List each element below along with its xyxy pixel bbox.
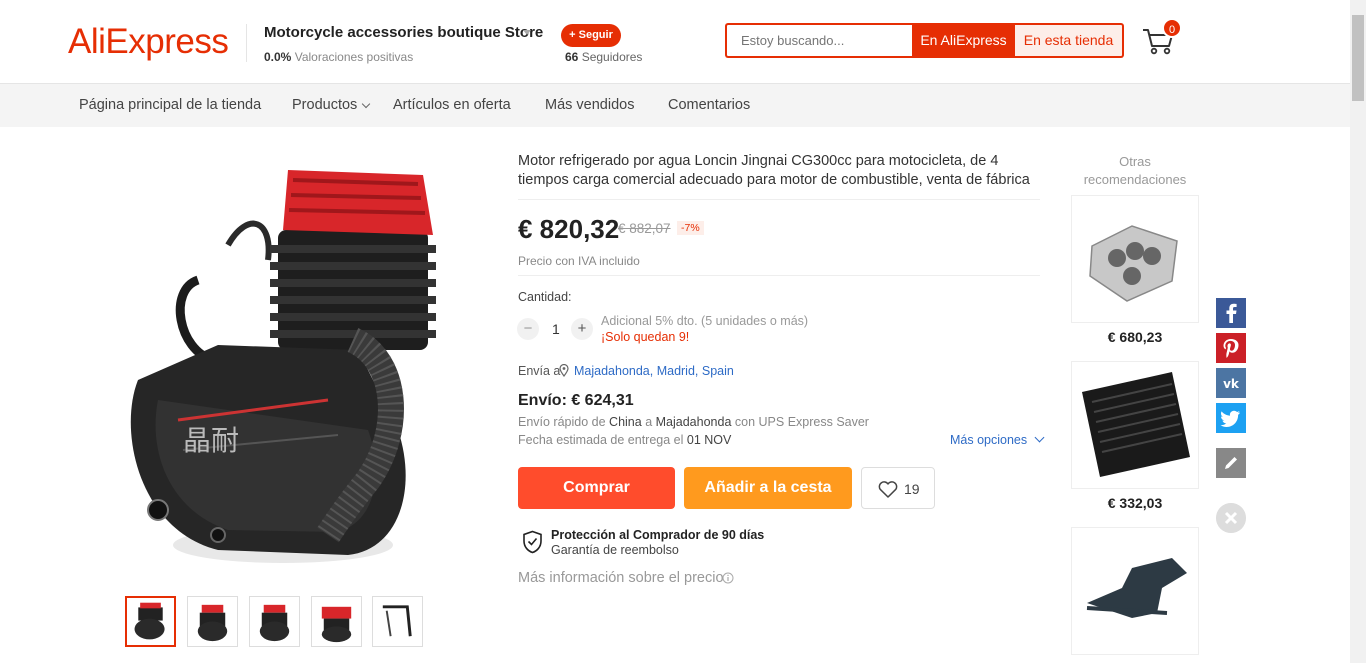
ship-to-label: Envía a [518, 364, 561, 378]
vk-icon[interactable]: vk [1216, 368, 1246, 398]
buyer-protection-subtitle: Garantía de reembolso [551, 543, 679, 557]
thumbnail-5[interactable] [372, 596, 423, 647]
search-aliexpress-button[interactable]: En AliExpress [912, 23, 1015, 58]
thumbnail-1[interactable] [125, 596, 176, 647]
recommendation-price-1: € 680,23 [1107, 329, 1163, 345]
ratings-label: Valoraciones positivas [294, 50, 414, 64]
thumbnail-image [321, 606, 352, 643]
aliexpress-logo[interactable]: AliExpress [68, 22, 229, 62]
nav-item-deals[interactable]: Artículos en oferta [393, 84, 511, 127]
ship-dest: Majadahonda [655, 415, 732, 429]
info-icon[interactable] [722, 572, 734, 584]
discount-badge: -7% [677, 221, 704, 235]
store-header: AliExpress Motorcycle accessories boutiq… [0, 0, 1350, 84]
recommendation-image [1082, 372, 1190, 477]
original-price: € 882,07 [618, 221, 671, 236]
svg-text:晶耐: 晶耐 [183, 424, 239, 457]
followers-label: Seguidores [581, 50, 643, 64]
store-name[interactable]: Motorcycle accessories boutique Store [264, 24, 543, 41]
header-divider [246, 24, 247, 62]
ratings-value: 0.0% [264, 50, 292, 64]
thumbnail-4[interactable] [311, 596, 362, 647]
facebook-icon[interactable] [1216, 298, 1246, 328]
additional-discount: Adicional 5% dto. (5 unidades o más) [601, 314, 809, 328]
scrollbar-thumb[interactable] [1352, 15, 1364, 101]
ship-from: China [609, 415, 642, 429]
close-icon[interactable] [1216, 503, 1246, 533]
recommendation-image [1086, 558, 1187, 618]
location-pin-icon [559, 364, 569, 377]
nav-item-home[interactable]: Página principal de la tienda [79, 84, 261, 127]
stock-left: ¡Solo quedan 9! [601, 330, 690, 344]
eta-label: Fecha estimada de entrega el [518, 433, 684, 447]
delivery-estimate: Fecha estimada de entrega el 01 NOV [518, 433, 731, 447]
eta-date: 01 NOV [686, 433, 732, 447]
ship-desc-3: con UPS Express Saver [734, 415, 869, 429]
recommendation-image [1089, 225, 1178, 302]
wishlist-button[interactable] [861, 467, 935, 509]
followers-number: 66 [565, 50, 579, 64]
store-ratings: 0.0% Valoraciones positivas [264, 50, 413, 64]
buyer-protection-title: Protección al Comprador de 90 días [551, 528, 765, 542]
vat-note: Precio con IVA incluido [518, 254, 640, 268]
cart-count-badge: 0 [1162, 18, 1182, 38]
pinterest-icon[interactable] [1216, 333, 1246, 363]
followers-count: 66 Seguidores [565, 50, 642, 64]
product-price: € 820,32 [518, 214, 620, 244]
wishlist-count: 19 [904, 481, 920, 497]
shield-check-icon [523, 530, 542, 554]
thumbnail-image [134, 602, 165, 640]
ship-desc-2: a [645, 415, 653, 429]
twitter-icon[interactable] [1216, 403, 1246, 433]
chevron-down-icon [362, 99, 371, 109]
recommendation-card-2[interactable] [1071, 361, 1199, 489]
product-main-image[interactable]: 晶耐 [98, 150, 450, 580]
more-options-link[interactable]: Más opciones [950, 432, 1045, 447]
thumbnail-image [259, 604, 290, 642]
nav-item-bestsellers[interactable]: Más vendidos [545, 84, 634, 127]
heart-icon[interactable] [878, 481, 898, 498]
more-price-info-link[interactable]: Más información sobre el precio [518, 570, 724, 586]
nav-item-reviews[interactable]: Comentarios [668, 84, 750, 127]
recommendation-card-1[interactable] [1071, 195, 1199, 323]
quantity-value[interactable]: 1 [552, 321, 560, 337]
product-title: Motor refrigerado por agua Loncin Jingna… [518, 153, 1030, 188]
follow-button[interactable]: + Seguir [561, 24, 621, 47]
buy-now-button[interactable]: Comprar [518, 467, 675, 509]
store-nav: Página principal de la tienda Productos … [0, 84, 1350, 127]
nav-item-products[interactable]: Productos [292, 84, 371, 127]
edit-icon[interactable] [1216, 448, 1246, 478]
recommendation-price-2: € 332,03 [1107, 495, 1163, 511]
more-options-label: Más opciones [950, 433, 1028, 447]
divider [518, 199, 1040, 200]
quantity-label: Cantidad: [518, 290, 572, 304]
search-input[interactable] [725, 23, 913, 58]
more-info-label: Más información sobre el precio [518, 570, 724, 586]
chevron-down-icon [1034, 432, 1045, 443]
shipping-cost: Envío: € 624,31 [518, 392, 634, 409]
ship-desc-1: Envío rápido de [518, 415, 606, 429]
thumbnail-image [197, 604, 228, 642]
store-dropdown-icon[interactable] [523, 30, 531, 35]
shipping-description: Envío rápido de China a Majadahonda con … [518, 415, 869, 429]
ship-to-location-link[interactable]: Majadahonda, Madrid, Spain [574, 364, 734, 378]
recommendations-title: Otras recomendaciones [1083, 154, 1187, 187]
search-store-button[interactable]: En esta tienda [1015, 23, 1124, 58]
thumbnail-3[interactable] [249, 596, 300, 647]
recommendation-card-3[interactable] [1071, 527, 1199, 655]
thumbnail-2[interactable] [187, 596, 238, 647]
nav-item-products-label: Productos [292, 97, 358, 113]
add-to-cart-button[interactable]: Añadir a la cesta [684, 467, 852, 509]
quantity-decrease-button[interactable]: − [517, 318, 539, 340]
svg-text:vk: vk [1223, 377, 1240, 391]
quantity-increase-button[interactable]: + [571, 318, 593, 340]
thumbnail-image [382, 605, 412, 637]
divider [518, 275, 1040, 276]
